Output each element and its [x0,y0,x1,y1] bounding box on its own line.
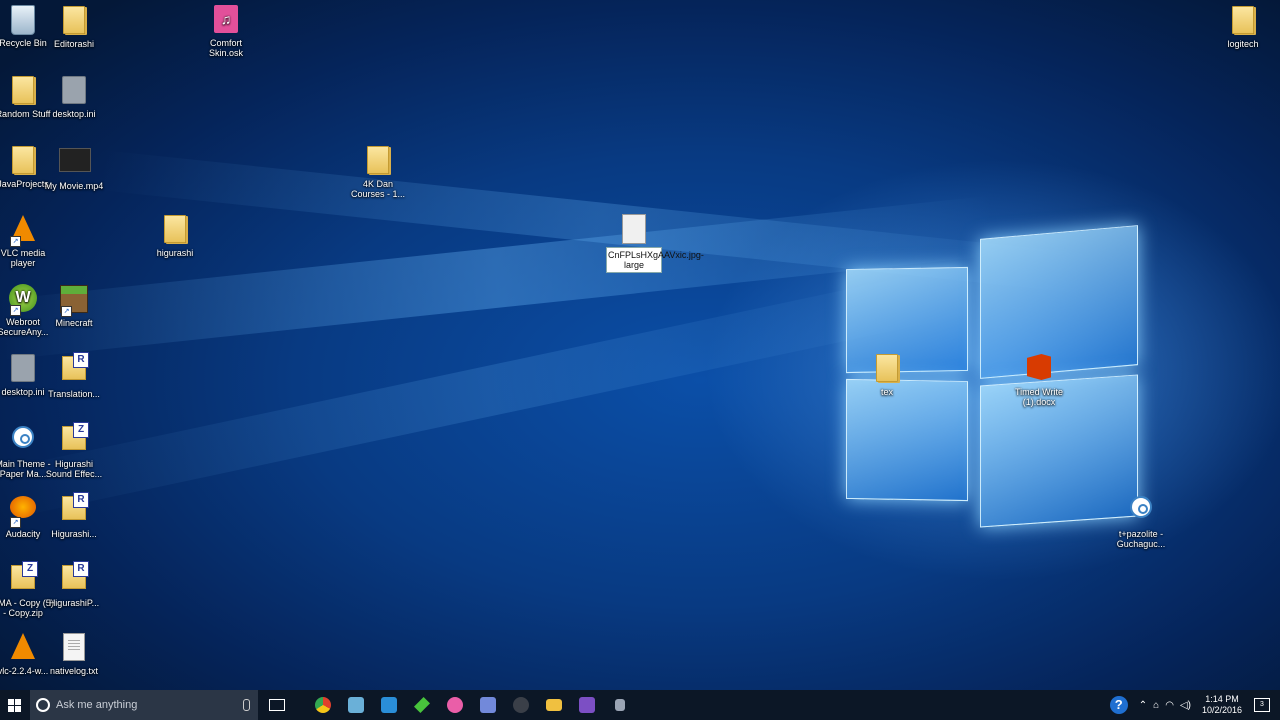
volume-icon[interactable]: ◁) [1180,700,1191,711]
search-placeholder: Ask me anything [56,699,138,711]
taskbar-app-arrow[interactable] [405,690,439,720]
desktop-ini-file-icon[interactable]: desktop.ini [42,74,106,119]
higurashi-sound-zip-icon[interactable]: Z Higurashi Sound Effec... [42,422,106,479]
desktop-folder-editorashi[interactable]: Editorashi [42,4,106,49]
taskbar-app-mail[interactable] [372,690,406,720]
taskbar-app-purple[interactable] [570,690,604,720]
desktop-folder-logitech[interactable]: logitech [1211,4,1275,49]
tpazolite-audio-icon[interactable]: t+pazolite - Guchaguc... [1109,492,1173,549]
taskbar-app-chrome[interactable] [306,690,340,720]
osu-icon [447,697,463,713]
chevron-up-icon[interactable]: ⌃ [1139,700,1147,711]
taskbar-app-file-explorer[interactable] [537,690,571,720]
clock-date: 10/2/2016 [1201,705,1242,715]
taskbar-app-discord[interactable] [471,690,505,720]
purple-app-icon [579,697,595,713]
notepad-icon [348,697,364,713]
desktop-folder-higurashi[interactable]: higurashi [143,213,207,258]
desktop-background: Recycle Bin Random Stuff JavaProjects ↗ … [0,0,1280,690]
higurashi-rar-icon[interactable]: R Higurashi... [42,492,106,539]
action-center-icon[interactable]: 3 [1254,698,1270,712]
start-button[interactable] [0,690,28,720]
system-tray: ? ⌃ ⌂ ◠ ◁) 1:14 PM 10/2/2016 3 [1109,690,1280,720]
clock[interactable]: 1:14 PM 10/2/2016 [1202,694,1242,716]
task-view-button[interactable] [260,690,294,720]
osu-skin-file-icon[interactable]: ♫ Comfort Skin.osk [194,4,258,58]
translation-rar-icon[interactable]: R Translation... [42,352,106,399]
cortana-icon [36,698,50,712]
taskbar-app-audio[interactable] [603,690,637,720]
notification-count: 3 [1260,701,1264,708]
help-icon[interactable]: ? [1109,696,1128,714]
taskbar-app-osu[interactable] [438,690,472,720]
text-file-icon[interactable]: nativelog.txt [42,631,106,676]
discord-icon [480,697,496,713]
desktop-folder-4k-dan[interactable]: 4K Dan Courses - 1... [346,144,410,199]
chrome-icon [315,697,331,713]
minecraft-shortcut-icon[interactable]: ↗ Minecraft [42,283,106,328]
microphone-icon[interactable] [243,699,250,711]
task-view-icon [269,699,285,711]
windows-start-icon [7,698,21,712]
image-file-icon-renaming[interactable]: CnFPLsHXgAAVxic.jpg-large [602,213,704,273]
taskbar-app-logitech[interactable] [504,690,538,720]
desktop-folder-tex[interactable]: tex [855,352,919,397]
logitech-g-icon [513,697,529,713]
mail-icon [381,697,397,713]
higuraship-rar-icon[interactable]: R HigurashiP... [42,561,106,608]
audio-app-icon [615,699,625,711]
network-icon[interactable]: ⌂ [1153,700,1159,711]
green-arrow-icon [414,697,430,713]
movie-file-icon[interactable]: My Movie.mp4 [42,144,106,191]
cortana-search-box[interactable]: Ask me anything [30,690,258,720]
clock-time: 1:14 PM [1205,694,1239,704]
vlc-shortcut-icon[interactable]: ↗ VLC media player [0,213,55,268]
wifi-icon[interactable]: ◠ [1165,700,1174,711]
folder-icon [546,699,562,711]
taskbar: Ask me anything ? ⌃ ⌂ ◠ ◁) 1:14 PM 10/2/… [0,690,1280,720]
word-document-icon[interactable]: Timed Write (1).docx [1007,352,1071,407]
taskbar-app-notepad[interactable] [339,690,373,720]
